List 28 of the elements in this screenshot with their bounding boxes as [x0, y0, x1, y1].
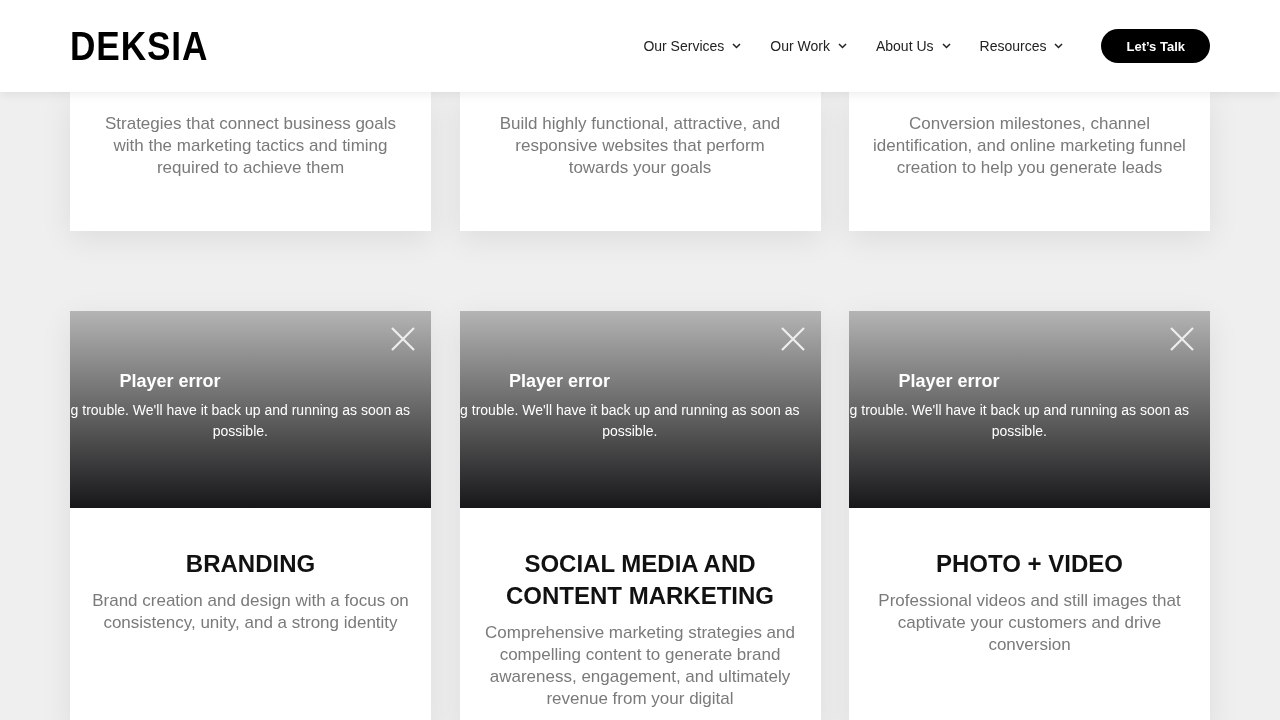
player-error-message: g trouble. We'll have it back up and running as soon as possible. [70, 401, 410, 441]
player-error-title: Player error [508, 371, 611, 392]
chevron-down-icon [1054, 43, 1064, 49]
card-description: Conversion milestones, channel identification, and online marketing funnel creation to help you generate leads [873, 113, 1186, 179]
cta-button[interactable]: Let’s Talk [1101, 29, 1210, 63]
nav-link[interactable]: Our Work [770, 38, 847, 54]
chevron-down-icon [732, 43, 742, 49]
nav-link[interactable]: About Us [875, 38, 951, 54]
player-error-message: g trouble. We'll have it back up and running as soon as possible. [460, 401, 800, 441]
card-title: SOCIAL MEDIA AND CONTENT MARKETING [505, 549, 775, 611]
player-error-title: Player error [898, 371, 1000, 392]
card-description: Professional videos and still images that captivate your customers and drive conversion [877, 590, 1182, 656]
close-icon[interactable] [780, 327, 805, 351]
nav-link[interactable]: Resources [979, 38, 1064, 54]
close-icon[interactable] [391, 327, 415, 351]
card-description: Strategies that connect business goals with the marketing tactics and timing required to achieve them [103, 113, 398, 179]
card-description: Build highly functional, attractive, and responsive websites that perform towards your goals [498, 113, 782, 179]
card-title: BRANDING [184, 549, 317, 579]
nav-link[interactable]: Our Services [643, 38, 742, 54]
card-description: Brand creation and design with a focus on consistency, unity, and a strong identity [91, 590, 410, 634]
card-description: Comprehensive marketing strategies and compelling content to generate brand awareness, engagement, and ultimately revenue from your digital [484, 622, 796, 710]
player-error-message: g trouble. We'll have it back up and running as soon as possible. [849, 401, 1189, 441]
chevron-down-icon [837, 43, 847, 49]
player-error-title: Player error [119, 371, 221, 392]
close-icon[interactable] [1170, 327, 1194, 351]
chevron-down-icon [941, 43, 951, 49]
logo[interactable]: DEKSIA [70, 26, 209, 66]
card-title: PHOTO + VIDEO [935, 549, 1124, 579]
